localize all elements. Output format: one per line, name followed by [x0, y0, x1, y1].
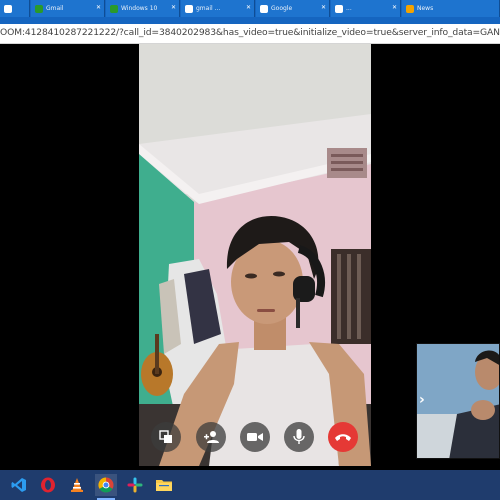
- vlc-icon: [71, 478, 83, 492]
- browser-tab-strip: Gmail ✕ Windows 10 ✕ gmail ... ✕ Google …: [0, 0, 500, 24]
- browser-tab[interactable]: Google ✕: [256, 0, 330, 17]
- switch-view-icon: [159, 430, 172, 443]
- news-icon: [406, 4, 414, 13]
- tab-label: Windows 10: [121, 5, 158, 12]
- video-toggle-button[interactable]: [240, 422, 270, 452]
- tab-label: gmail ...: [196, 5, 221, 12]
- switch-view-button[interactable]: [151, 422, 181, 452]
- taskbar: [0, 470, 500, 500]
- call-controls: [151, 422, 361, 454]
- slack-icon: [127, 477, 143, 493]
- close-tab-icon[interactable]: ✕: [96, 4, 101, 11]
- chrome-taskbar-button[interactable]: [95, 474, 117, 500]
- browser-tab[interactable]: [0, 0, 30, 17]
- tab-favicon-icon: [35, 4, 43, 13]
- vscode-taskbar-button[interactable]: [8, 474, 30, 496]
- address-bar[interactable]: OOM:4128410287221222/?call_id=3840202983…: [0, 24, 500, 44]
- gmail-icon: [4, 4, 12, 13]
- video-call-stage: ›: [0, 44, 500, 470]
- tab-label: Google: [271, 5, 293, 12]
- video-camera-icon: [247, 433, 263, 441]
- browser-tab[interactable]: Gmail ✕: [31, 0, 105, 17]
- mute-button[interactable]: [284, 422, 314, 452]
- folder-icon: [156, 480, 172, 491]
- self-video-frame: [417, 344, 499, 458]
- add-person-icon: [204, 431, 219, 443]
- chrome-icon: [98, 477, 114, 493]
- close-tab-icon[interactable]: ✕: [246, 4, 251, 11]
- self-video-preview[interactable]: ›: [416, 343, 500, 459]
- remote-video-frame: [139, 44, 371, 466]
- end-call-button[interactable]: [328, 422, 358, 452]
- slack-taskbar-button[interactable]: [124, 474, 146, 496]
- google-icon: [185, 4, 193, 13]
- opera-icon: [41, 477, 55, 493]
- google-icon: [335, 4, 343, 13]
- browser-tab[interactable]: News: [402, 0, 500, 17]
- remote-video[interactable]: [139, 44, 371, 466]
- vscode-icon: [11, 478, 26, 492]
- address-bar-url[interactable]: OOM:4128410287221222/?call_id=3840202983…: [0, 27, 500, 38]
- vlc-taskbar-button[interactable]: [66, 474, 88, 496]
- add-person-button[interactable]: [196, 422, 226, 452]
- close-tab-icon[interactable]: ✕: [171, 4, 176, 11]
- file-explorer-taskbar-button[interactable]: [153, 474, 175, 496]
- tab-label: ...: [346, 5, 352, 12]
- collapse-preview-icon[interactable]: ›: [419, 392, 425, 408]
- close-tab-icon[interactable]: ✕: [321, 4, 326, 11]
- tab-label: News: [417, 5, 434, 12]
- browser-tab[interactable]: gmail ... ✕: [181, 0, 255, 17]
- close-tab-icon[interactable]: ✕: [392, 4, 397, 11]
- tab-label: Gmail: [46, 5, 64, 12]
- tab-favicon-icon: [110, 4, 118, 13]
- microphone-icon: [293, 429, 305, 444]
- end-call-icon: [335, 434, 351, 441]
- browser-tab[interactable]: Windows 10 ✕: [106, 0, 180, 17]
- browser-tab[interactable]: ... ✕: [331, 0, 401, 17]
- google-icon: [260, 4, 268, 13]
- opera-taskbar-button[interactable]: [37, 474, 59, 496]
